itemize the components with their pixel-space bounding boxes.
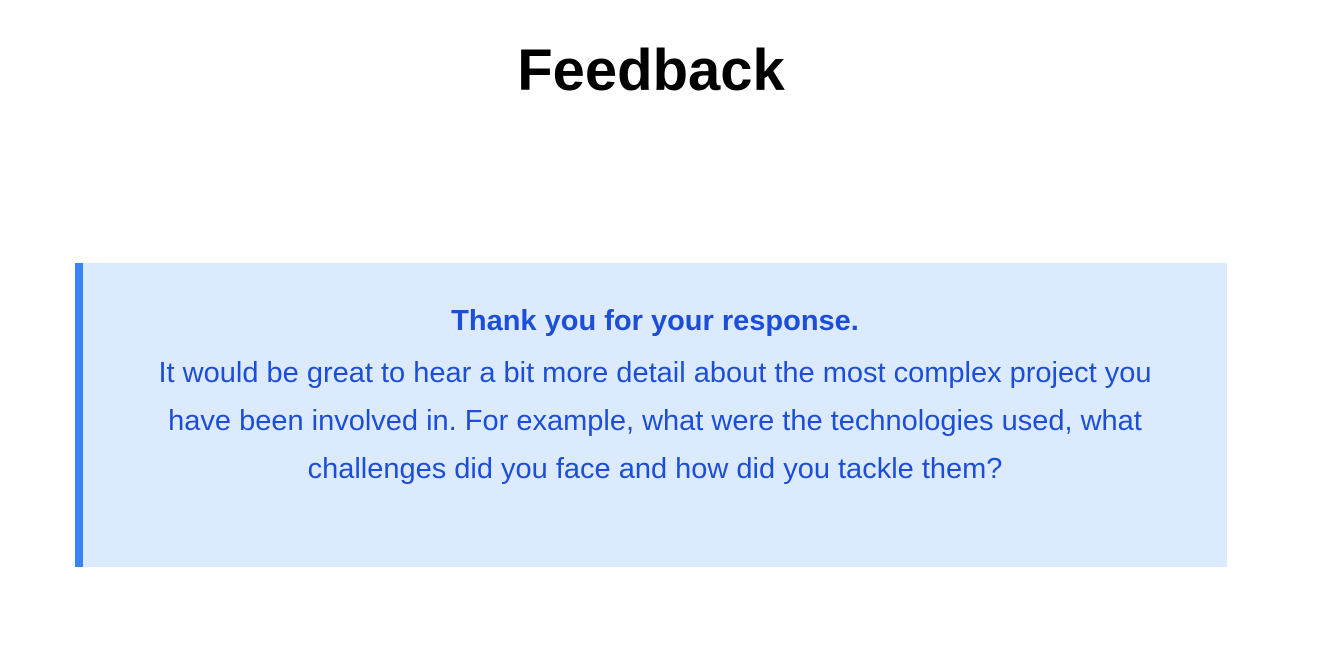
page-title: Feedback <box>517 38 785 103</box>
feedback-page: Feedback Thank you for your response. It… <box>0 0 1317 672</box>
feedback-callout: Thank you for your response. It would be… <box>75 263 1227 567</box>
feedback-message: It would be great to hear a bit more det… <box>158 357 1152 485</box>
feedback-heading: Thank you for your response. <box>451 305 859 337</box>
